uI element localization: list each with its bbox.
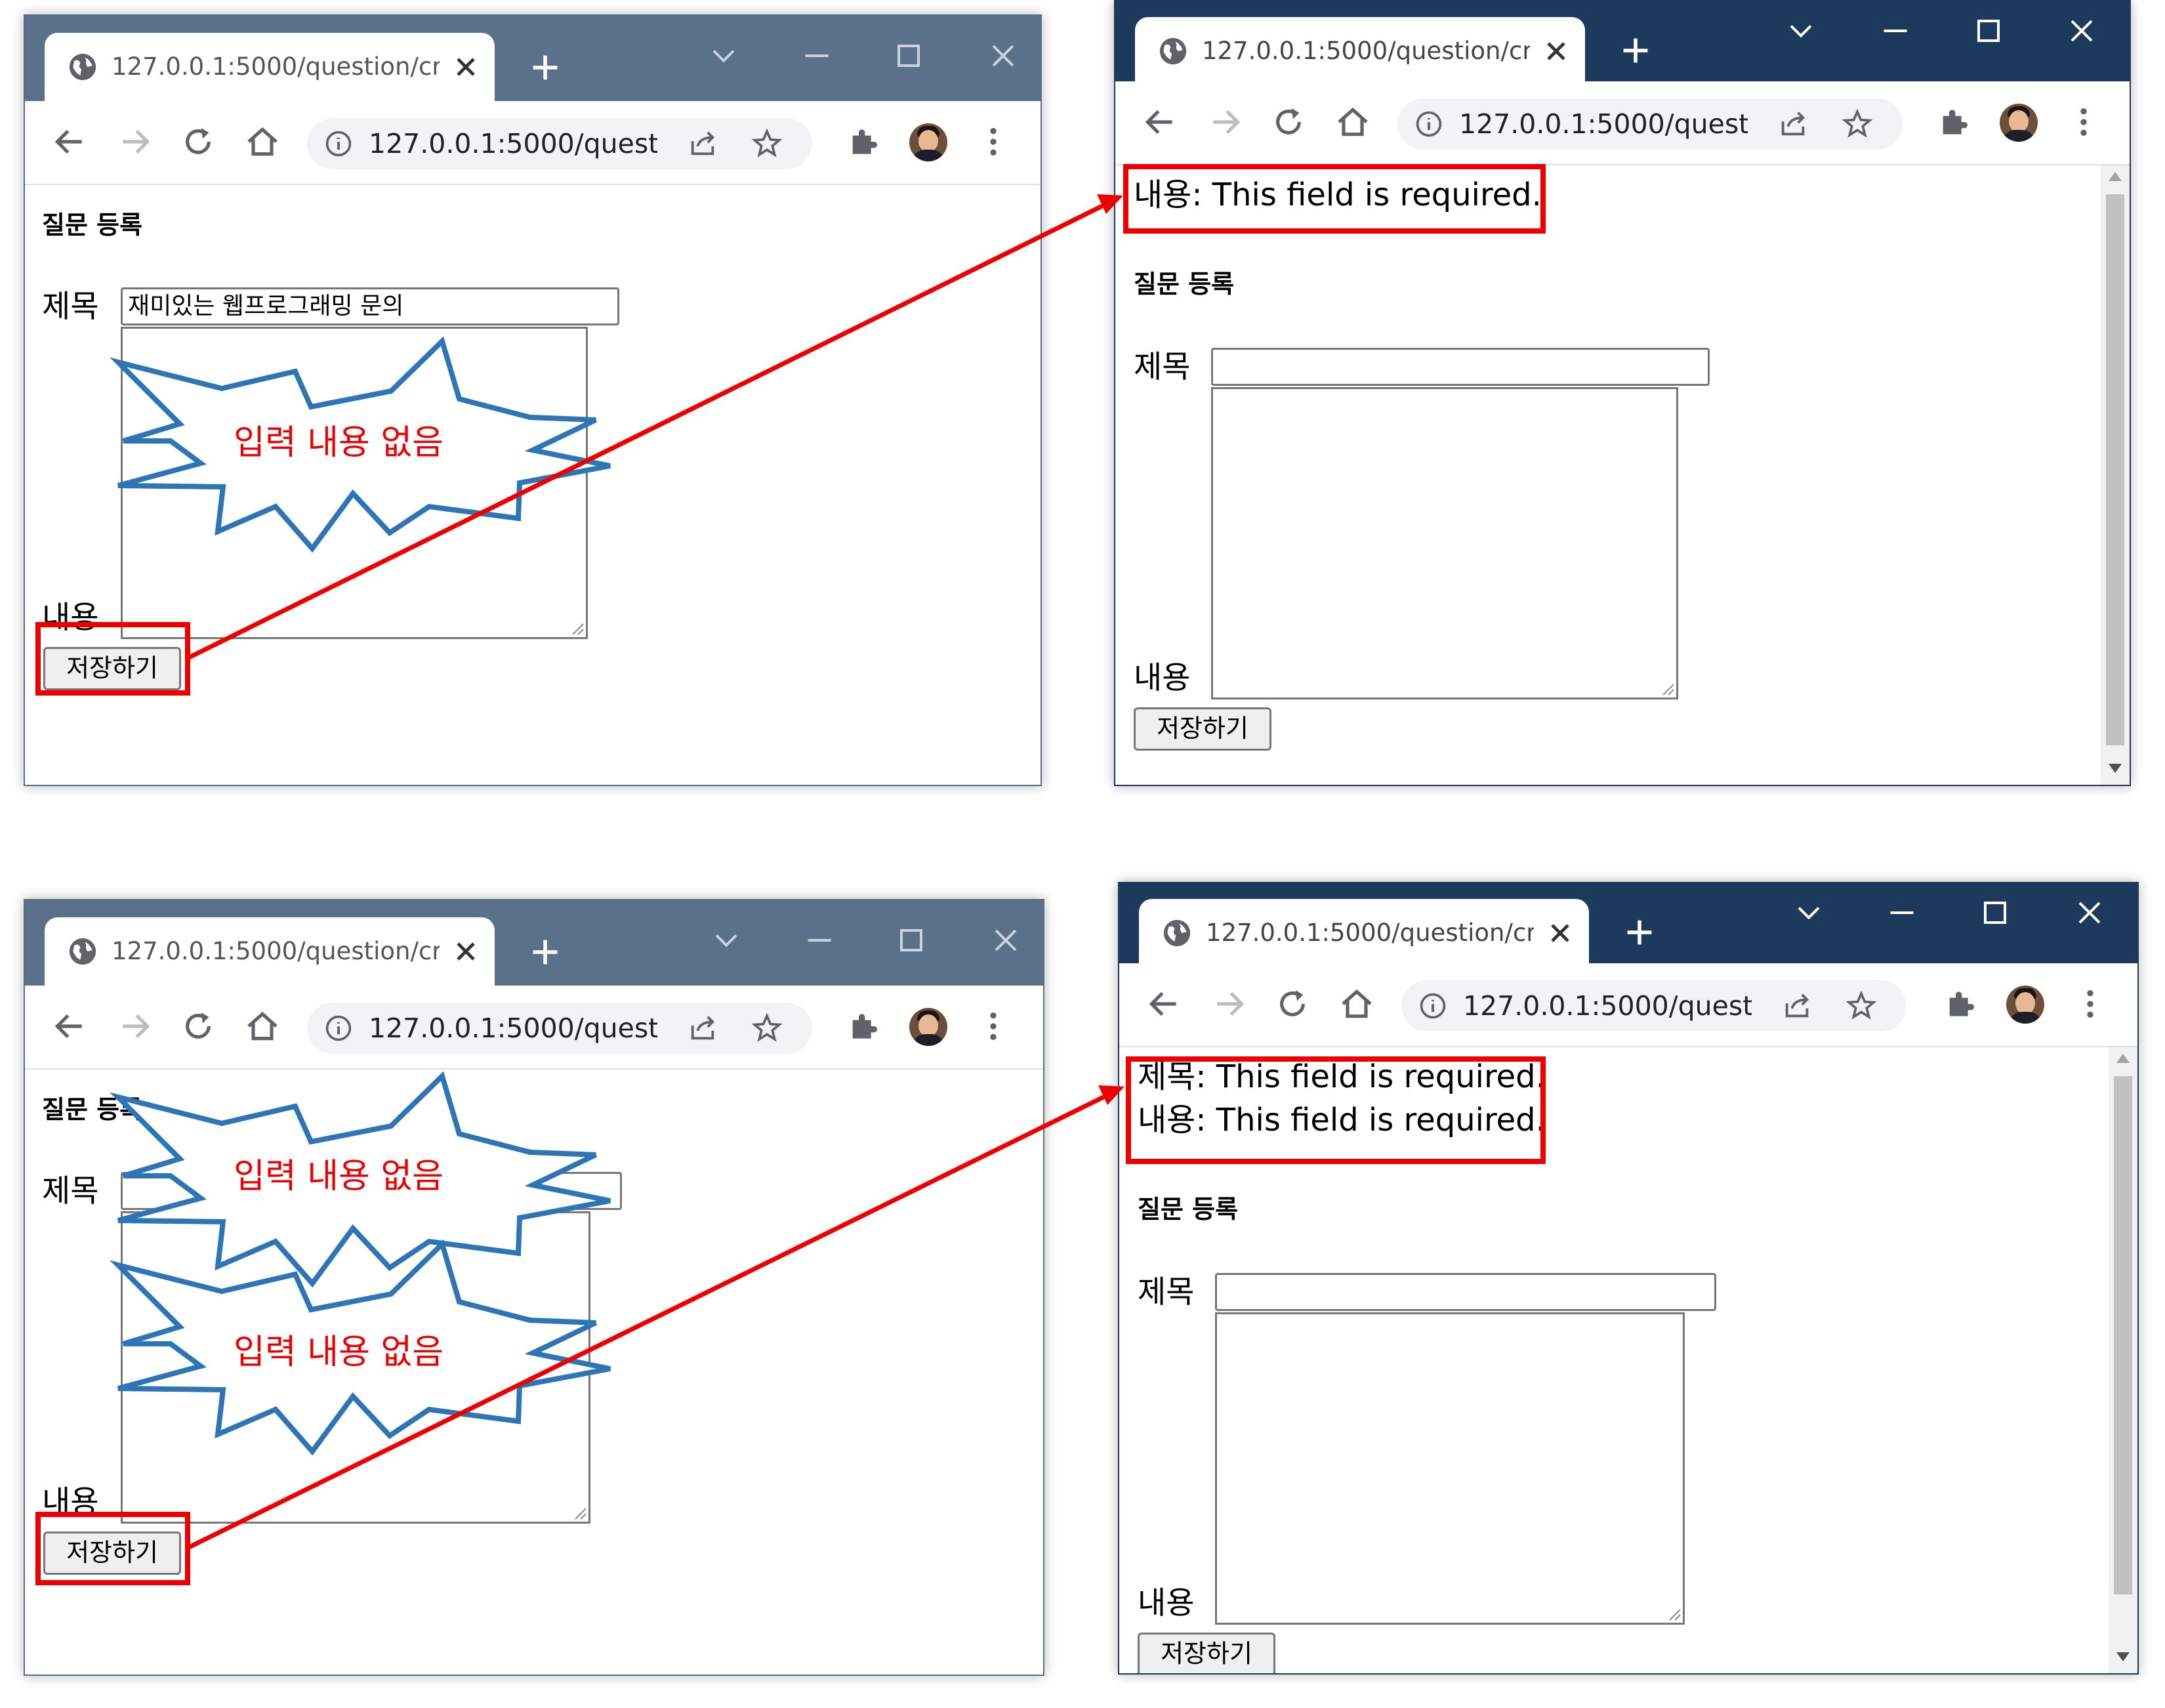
highlight-box-error-bottom	[1126, 1056, 1546, 1164]
highlight-box-save-bottom	[35, 1512, 190, 1585]
annotation-overlay	[109, 194, 1124, 1550]
burst-label-bottom-2: 입력 내용 없음	[234, 1333, 444, 1372]
burst-label-top: 입력 내용 없음	[234, 423, 444, 463]
burst-label-bottom-1: 입력 내용 없음	[234, 1157, 444, 1196]
red-arrow-bottom-head	[1098, 1085, 1124, 1105]
red-arrow-top-head	[1097, 194, 1123, 214]
highlight-box-save-top	[35, 622, 190, 696]
highlight-box-error-top	[1123, 164, 1546, 234]
